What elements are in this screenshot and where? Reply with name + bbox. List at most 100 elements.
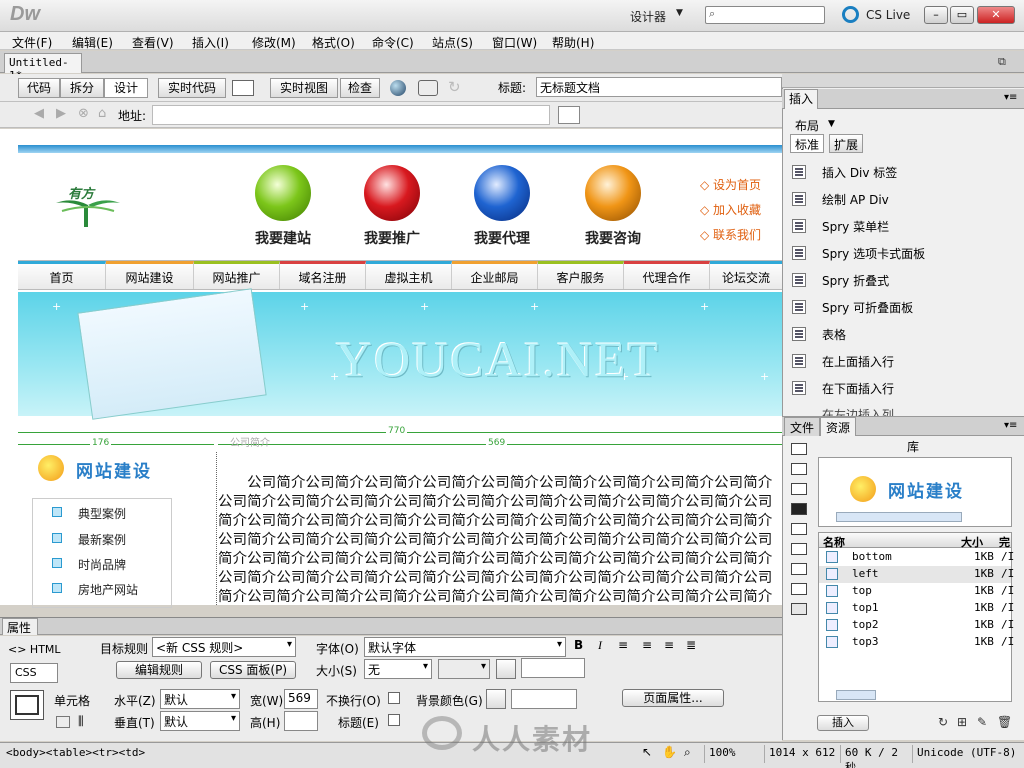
orb-build-label[interactable]: 我要建站 [233, 228, 333, 248]
table-row[interactable]: left 1KB /I [819, 566, 1014, 583]
column-header-size[interactable]: 大小 [961, 534, 983, 550]
browse-options-icon[interactable] [558, 106, 580, 124]
home-icon[interactable]: ⌂ [98, 106, 106, 121]
sidebar-item[interactable]: 典型案例 [78, 505, 126, 522]
table-row[interactable]: top1 1KB /I [819, 600, 1014, 617]
menu-commands[interactable]: 命令(C) [372, 34, 414, 51]
insert-row-above-item[interactable]: 在上面插入行 [822, 353, 894, 370]
nav-service[interactable]: 客户服务 [538, 261, 624, 289]
orb-agent-icon[interactable] [474, 165, 530, 221]
document-tab[interactable]: Untitled-1* [4, 53, 82, 82]
draw-ap-div-item[interactable]: 绘制 AP Div [822, 191, 889, 208]
insert-col-left-item[interactable]: 在左边插入列 [822, 406, 894, 416]
bg-color-swatch[interactable] [486, 689, 506, 709]
menu-help[interactable]: 帮助(H) [552, 34, 594, 51]
chevron-down-icon[interactable]: ▼ [828, 119, 835, 129]
menu-file[interactable]: 文件(F) [12, 34, 52, 51]
chevron-down-icon[interactable]: ▼ [676, 8, 683, 18]
italic-icon[interactable]: I [598, 638, 602, 653]
text-color-input[interactable] [521, 658, 585, 678]
insert-row-below-icon[interactable] [792, 381, 806, 395]
table-row[interactable]: top2 1KB /I [819, 617, 1014, 634]
bold-icon[interactable]: B [574, 638, 583, 652]
sidebar-item[interactable]: 房地产网站 [78, 581, 138, 598]
horz-select[interactable]: 默认 [160, 689, 240, 709]
html-mode-button[interactable]: <> HTML [8, 643, 61, 656]
menu-edit[interactable]: 编辑(E) [72, 34, 113, 51]
live-view-button[interactable]: 实时视图 [270, 78, 338, 98]
nav-mail[interactable]: 企业邮局 [452, 261, 538, 289]
preview-scrollbar[interactable] [836, 512, 962, 522]
shockwave-asset-icon[interactable] [791, 523, 807, 535]
sidebar-item[interactable]: 最新案例 [78, 531, 126, 548]
target-rule-select[interactable]: <新 CSS 规则> [152, 637, 296, 657]
font-select[interactable]: 默认字体 [364, 637, 566, 657]
align-left-icon[interactable]: ≡ [618, 638, 628, 652]
nowrap-checkbox[interactable] [388, 692, 400, 704]
table-row[interactable]: top 1KB /I [819, 583, 1014, 600]
globe-icon[interactable] [390, 80, 406, 96]
templates-asset-icon[interactable] [791, 583, 807, 595]
colors-asset-icon[interactable] [791, 463, 807, 475]
contact-us-link[interactable]: ◇ 联系我们 [700, 226, 761, 243]
insert-panel-tab[interactable]: 插入 [784, 89, 818, 109]
design-view-button[interactable]: 设计 [104, 78, 148, 98]
flash-asset-icon[interactable] [791, 503, 807, 515]
cslive-icon[interactable] [842, 6, 859, 23]
insert-library-button[interactable]: 插入 [817, 715, 869, 731]
file-management-icon[interactable] [232, 80, 254, 96]
subtab-standard[interactable]: 标准 [790, 134, 825, 153]
spry-tabbed-item[interactable]: Spry 选项卡式面板 [822, 245, 925, 262]
insert-row-below-item[interactable]: 在下面插入行 [822, 380, 894, 397]
draw-ap-div-icon[interactable] [792, 192, 806, 206]
spry-tabbed-icon[interactable] [792, 246, 806, 260]
scripts-asset-icon[interactable] [791, 563, 807, 575]
edit-icon[interactable]: ✎ [977, 715, 987, 729]
insert-div-item[interactable]: 插入 Div 标签 [822, 164, 897, 181]
table-row[interactable]: bottom 1KB /I [819, 549, 1014, 566]
column-header-path[interactable]: 完 [999, 534, 1010, 550]
visual-aids-icon[interactable] [418, 80, 438, 96]
subtab-extended[interactable]: 扩展 [829, 134, 864, 153]
zoom-select[interactable]: 100% [704, 745, 762, 763]
menu-site[interactable]: 站点(S) [432, 34, 473, 51]
add-favorite-link[interactable]: ◇ 加入收藏 [700, 201, 761, 218]
nav-partner[interactable]: 代理合作 [624, 261, 710, 289]
select-tool-icon[interactable]: ↖ [642, 745, 652, 759]
stop-icon[interactable]: ⊗ [78, 106, 89, 121]
header-checkbox[interactable] [388, 714, 400, 726]
help-search-input[interactable] [705, 6, 825, 24]
minimize-button[interactable]: – [924, 6, 948, 24]
nav-hosting[interactable]: 虚拟主机 [366, 261, 452, 289]
orb-build-icon[interactable] [255, 165, 311, 221]
spry-accordion-icon[interactable] [792, 273, 806, 287]
properties-tab[interactable]: 属性 [2, 618, 38, 635]
cslive-label[interactable]: CS Live [866, 8, 910, 22]
window-size[interactable]: 1014 x 612 [764, 745, 840, 763]
images-asset-icon[interactable] [791, 443, 807, 455]
address-input[interactable] [152, 105, 550, 125]
size-select[interactable]: 无 [364, 659, 432, 679]
menu-view[interactable]: 查看(V) [132, 34, 174, 51]
zoom-tool-icon[interactable]: ⌕ [684, 745, 691, 760]
sidebar-item[interactable]: 时尚品牌 [78, 556, 126, 573]
page-title-input[interactable]: 无标题文档 [536, 77, 782, 97]
forward-icon[interactable]: ▶ [56, 106, 66, 121]
back-icon[interactable]: ◀ [34, 106, 44, 121]
menu-insert[interactable]: 插入(I) [192, 34, 229, 51]
width-input[interactable]: 569 [284, 689, 318, 709]
orb-consult-icon[interactable] [585, 165, 641, 221]
live-code-button[interactable]: 实时代码 [158, 78, 226, 98]
orb-promote-label[interactable]: 我要推广 [342, 228, 442, 248]
hand-tool-icon[interactable]: ✋ [662, 745, 677, 759]
split-cell-icon[interactable]: ⫼ [78, 714, 84, 729]
nav-home[interactable]: 首页 [18, 261, 106, 289]
height-input[interactable] [284, 711, 318, 731]
refresh-icon[interactable]: ↻ [448, 78, 461, 96]
css-panel-button[interactable]: CSS 面板(P) [210, 661, 296, 679]
table-item[interactable]: 表格 [822, 326, 846, 343]
panel-menu-icon[interactable]: ▾≡ [1004, 92, 1017, 103]
split-view-button[interactable]: 拆分 [60, 78, 104, 98]
nav-promotion[interactable]: 网站推广 [194, 261, 280, 289]
insert-div-icon[interactable] [792, 165, 806, 179]
